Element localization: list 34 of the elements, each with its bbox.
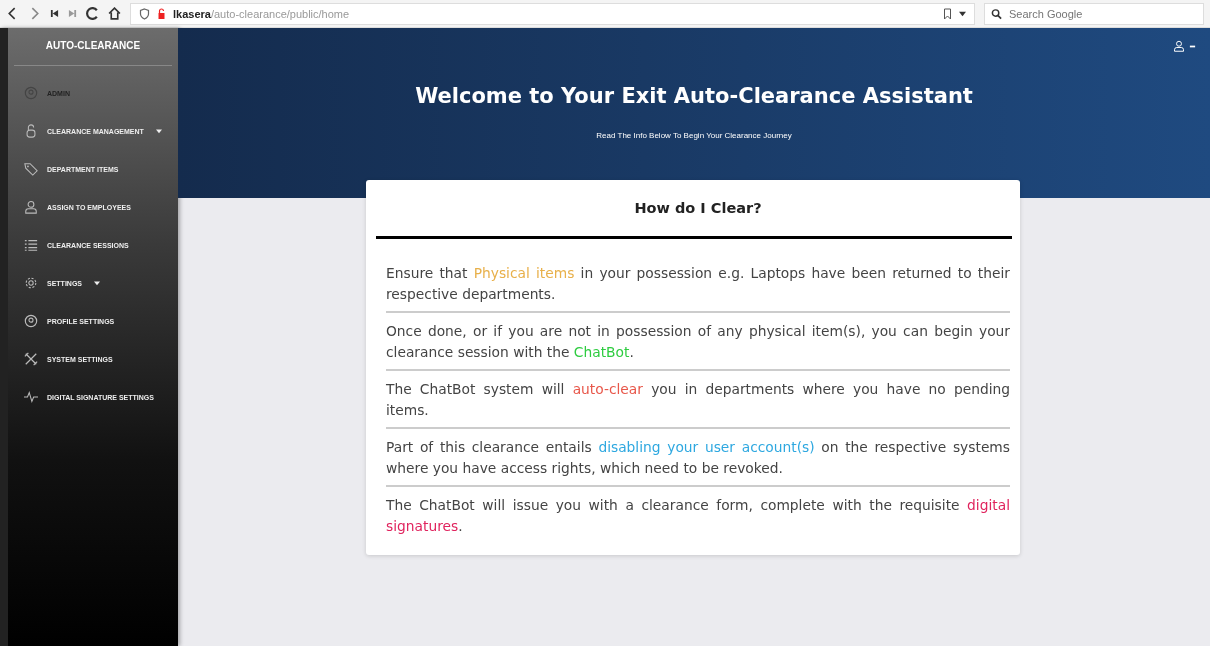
- caret-icon[interactable]: [959, 10, 966, 17]
- page-title: Welcome to Your Exit Auto-Clearance Assistant: [414, 84, 974, 108]
- search-field[interactable]: Search Google: [984, 2, 1204, 25]
- caret-icon: [155, 128, 162, 134]
- info-paragraph: Ensure that Physical items in your possession e.g. Laptops have been returned to their respective departments.: [386, 264, 1010, 304]
- info-paragraph: The ChatBot will issue you with a clearance form, complete with the requisite digital signatures.: [386, 496, 1010, 536]
- card-title: How do I Clear?: [633, 199, 763, 218]
- info-paragraph: Once done, or if you are not in possession of any physical item(s), you can begin your clearance session with the ChatBot.: [386, 322, 1010, 362]
- pulse-icon: [24, 390, 38, 404]
- reload-icon[interactable]: [86, 7, 99, 20]
- skip-forward-icon[interactable]: [68, 9, 77, 18]
- bookmark-icon[interactable]: [942, 7, 953, 20]
- page-subtitle: Read The Info Below To Begin Your Clearance Journey: [595, 131, 793, 140]
- info-paragraph: Part of this clearance entails disabling your user account(s) on the respective systems where you have access rights, which need to be revoked.: [386, 438, 1010, 478]
- user-menu[interactable]: [1173, 40, 1196, 52]
- url-text: lkasera/auto-clearance/public/home: [173, 7, 350, 20]
- skip-back-icon[interactable]: [50, 9, 59, 18]
- info-paragraph: The ChatBot system will auto-clear you in departments where you have no pending items.: [386, 380, 1010, 420]
- tools-icon: [24, 352, 38, 366]
- padlock-icon: [24, 124, 38, 138]
- gear-icon: [24, 276, 38, 290]
- tag-icon: [24, 162, 38, 176]
- address-bar[interactable]: lkasera/auto-clearance/public/home: [130, 2, 975, 25]
- shield-icon: [139, 7, 150, 20]
- lock-icon: [156, 7, 167, 20]
- avatar-icon: [24, 314, 38, 328]
- home-icon[interactable]: [108, 7, 121, 20]
- search-icon: [991, 7, 1002, 20]
- avatar-icon: [24, 86, 38, 100]
- person-icon: [24, 200, 38, 214]
- person-icon: [1173, 40, 1185, 52]
- list-icon: [24, 238, 38, 252]
- sidebar-brand: AUTO-CLEARANCE: [44, 39, 142, 53]
- caret-icon: [94, 280, 100, 286]
